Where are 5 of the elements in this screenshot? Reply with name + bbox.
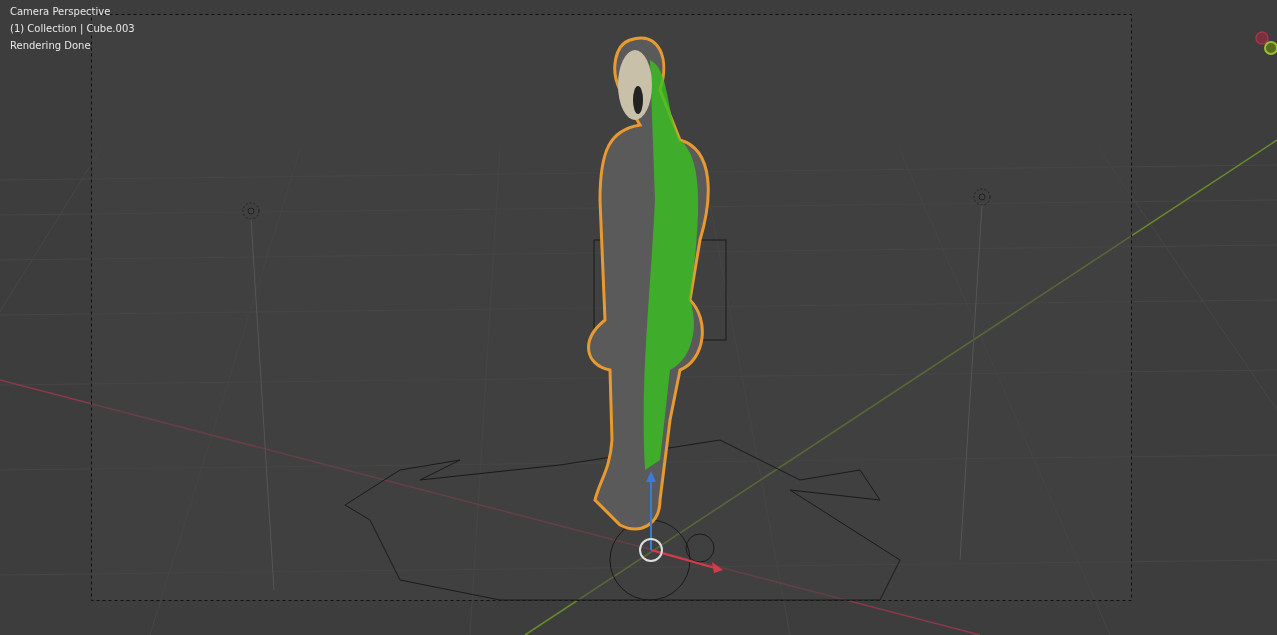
transform-gizmo-icon — [639, 471, 723, 573]
viewport-info-text: Rendering Done — [10, 39, 92, 53]
viewport-info-text: Camera Perspective — [10, 5, 112, 19]
viewport-info-text: (1) Collection | Cube.003 — [10, 22, 135, 37]
navigation-gizmo-icon — [1255, 31, 1277, 55]
